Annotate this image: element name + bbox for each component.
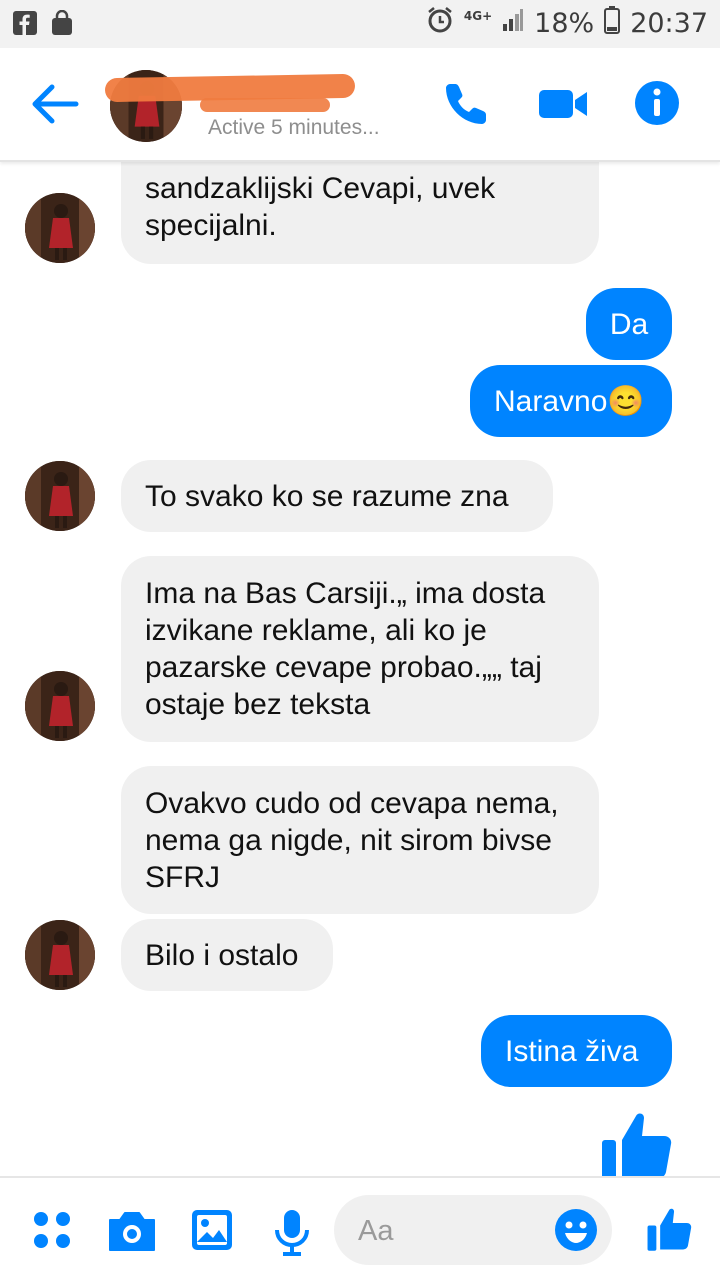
back-arrow-icon [32,84,79,124]
camera-icon [109,1212,155,1251]
battery-percent: 18% [534,8,595,39]
sender-avatar[interactable] [25,193,95,263]
sender-avatar[interactable] [25,671,95,741]
video-icon [539,90,587,118]
thumbs-up-icon [647,1208,692,1251]
status-bar: 4G+ 18% 20:37 [0,0,720,48]
voice-button[interactable] [272,1208,312,1256]
gallery-button[interactable] [190,1208,238,1256]
phone-icon [446,84,486,124]
message-text: Istina živa [505,1034,639,1068]
camera-button[interactable] [106,1208,158,1256]
active-status: Active 5 minutes... [208,116,380,139]
incoming-message[interactable]: sandzaklijski Cevapi, uvek specijalni. [121,160,599,264]
bag-icon [50,9,74,43]
message-input[interactable] [356,1209,540,1253]
sender-avatar[interactable] [25,920,95,990]
more-button[interactable] [30,1208,78,1256]
info-icon [635,81,679,125]
emoji-icon [555,1209,597,1251]
redacted-name-overlay [200,98,330,112]
outgoing-message[interactable]: Da [586,288,672,360]
message-list[interactable]: sandzaklijski Cevapi, uvek specijalni. D… [0,160,720,1176]
thumbs-up-icon [602,1113,672,1176]
incoming-message[interactable]: To svako ko se razume zna [121,460,553,532]
facebook-icon [12,10,38,43]
sender-avatar[interactable] [25,461,95,531]
incoming-message[interactable]: Ima na Bas Carsiji.„ ima dosta izvikane … [121,556,599,742]
incoming-message[interactable]: Ovakvo cudo od cevapa nema, nema ga nigd… [121,766,599,914]
message-text: sandzaklijski Cevapi, uvek specijalni. [145,172,496,242]
battery-icon [604,6,621,41]
message-text: To svako ko se razume zna [145,479,509,513]
back-button[interactable] [28,82,80,126]
incoming-message[interactable]: Bilo i ostalo [121,919,333,991]
sent-thumbs-up[interactable] [598,1106,674,1176]
message-input-box[interactable] [334,1195,612,1265]
message-text: Ovakvo cudo od cevapa nema, nema ga nigd… [145,787,559,894]
call-button[interactable] [442,80,490,128]
microphone-icon [275,1210,309,1256]
message-text: Ima na Bas Carsiji.„ ima dosta izvikane … [145,577,546,721]
more-icon [34,1212,70,1248]
network-type: 4G+ [463,8,493,23]
emoji-button[interactable] [554,1208,598,1252]
outgoing-message[interactable]: Istina živa [481,1015,672,1087]
conversation-header: Active 5 minutes... [0,48,720,162]
like-button[interactable] [645,1204,693,1252]
gallery-icon [192,1210,232,1250]
signal-icon [502,8,524,39]
outgoing-message[interactable]: Naravno😊 [470,365,672,437]
message-text: Bilo i ostalo [145,938,299,972]
info-button[interactable] [634,80,682,128]
message-text: Naravno😊 [494,384,645,418]
message-text: Da [609,307,649,341]
composer-bar [0,1176,720,1282]
video-call-button[interactable] [537,80,589,128]
clock: 20:37 [630,8,708,39]
alarm-icon [426,6,454,41]
